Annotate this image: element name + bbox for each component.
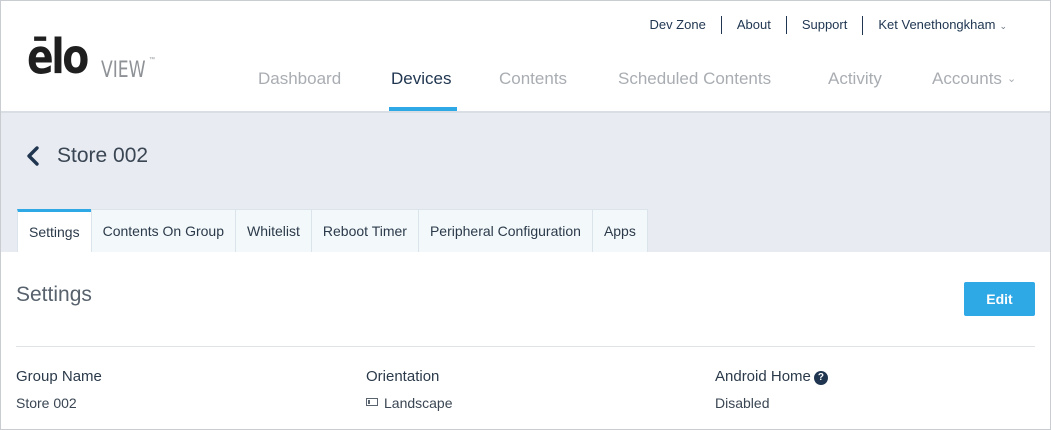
about-link[interactable]: About	[720, 16, 786, 34]
nav-contents[interactable]: Contents	[499, 69, 567, 89]
edit-button[interactable]: Edit	[964, 282, 1035, 316]
question-circle-icon[interactable]: ?	[813, 371, 828, 385]
logo-elo-text: ēlo	[27, 29, 89, 85]
tab-peripheral-configuration[interactable]: Peripheral Configuration	[417, 209, 593, 253]
orientation-value-row: Landscape	[366, 395, 453, 411]
android-home-value: Disabled	[715, 395, 770, 411]
group-name-field: Group Name Store 002	[16, 368, 102, 411]
settings-panel: Settings Edit Group Name Store 002 Orien…	[1, 252, 1050, 429]
tab-reboot-timer[interactable]: Reboot Timer	[310, 209, 419, 253]
tab-contents-on-group[interactable]: Contents On Group	[90, 209, 236, 253]
nav-activity[interactable]: Activity	[828, 69, 882, 89]
nav-accounts[interactable]: Accounts ⌄	[932, 69, 1016, 89]
landscape-icon	[366, 398, 378, 406]
user-menu[interactable]: Ket Venethongkham ⌄	[862, 15, 1022, 35]
nav-accounts-label: Accounts	[932, 69, 1002, 88]
nav-scheduled-contents[interactable]: Scheduled Contents	[618, 69, 771, 89]
android-home-label-row: Android Home?	[715, 368, 828, 386]
chevron-down-icon: ⌄	[999, 20, 1007, 31]
logo-view-text: VIEW	[101, 58, 146, 83]
page-title: Store 002	[57, 144, 149, 167]
group-name-label: Group Name	[16, 368, 102, 385]
section-title: Settings	[16, 283, 92, 306]
chevron-down-icon: ⌄	[1006, 73, 1017, 85]
orientation-label: Orientation	[366, 368, 440, 385]
logo-trademark: ™	[149, 57, 155, 63]
orientation-field: Orientation Landscape	[366, 368, 453, 411]
android-home-field: Android Home? Disabled	[715, 368, 828, 411]
active-nav-underline	[389, 107, 457, 111]
user-name: Ket Venethongkham	[878, 16, 996, 32]
group-name-value: Store 002	[16, 395, 77, 411]
android-home-label: Android Home	[715, 368, 811, 385]
divider	[16, 346, 1035, 347]
utility-nav: Dev Zone About Support Ket Venethongkham…	[634, 15, 1022, 35]
orientation-value: Landscape	[384, 395, 453, 411]
nav-devices[interactable]: Devices	[391, 69, 451, 89]
chevron-left-icon[interactable]	[23, 145, 45, 167]
elo-view-logo[interactable]: ēlo VIEW ™	[27, 29, 157, 85]
tab-apps[interactable]: Apps	[591, 209, 648, 253]
page-header-band: Store 002 Settings Contents On Group Whi…	[1, 112, 1050, 253]
dev-zone-link[interactable]: Dev Zone	[634, 16, 720, 34]
group-tabs: Settings Contents On Group Whitelist Reb…	[17, 209, 648, 253]
tab-whitelist[interactable]: Whitelist	[235, 209, 312, 253]
support-link[interactable]: Support	[785, 16, 863, 34]
app-frame: ēlo VIEW ™ Dev Zone About Support Ket Ve…	[0, 0, 1051, 430]
nav-dashboard[interactable]: Dashboard	[258, 69, 341, 89]
top-header: ēlo VIEW ™ Dev Zone About Support Ket Ve…	[1, 1, 1050, 112]
tab-settings[interactable]: Settings	[17, 209, 92, 253]
